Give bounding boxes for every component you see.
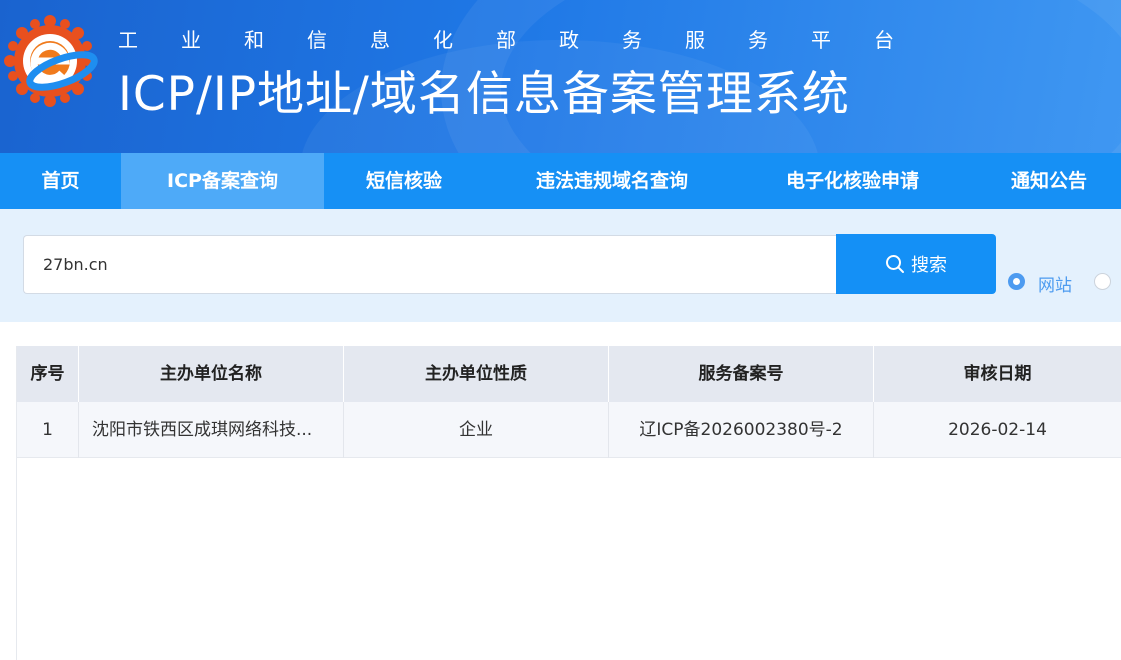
header-banner: 工业和信息化部政务服务平台 ICP/IP地址/域名信息备案管理系统 [0,0,1121,153]
miit-logo-icon [4,15,98,107]
nav-item-icp-query[interactable]: ICP备案查询 [121,153,324,209]
cell-organizer-type: 企业 [344,402,609,458]
results-table: 序号 主办单位名称 主办单位性质 服务备案号 审核日期 1 沈阳市铁西区成琪网络… [16,346,1121,660]
platform-subtitle: 工业和信息化部政务服务平台 [118,28,937,52]
page-title: ICP/IP地址/域名信息备案管理系统 [118,67,850,122]
search-button-label: 搜索 [911,255,947,276]
nav-item-sms-verify[interactable]: 短信核验 [324,153,484,209]
search-button[interactable]: 搜索 [836,234,996,294]
search-input[interactable] [23,235,837,294]
radio-website[interactable] [1008,273,1025,290]
nav-item-notices[interactable]: 通知公告 [965,153,1121,209]
table-row[interactable]: 1 沈阳市铁西区成琪网络科技... 企业 辽ICP备2026002380号-2 … [17,402,1121,458]
search-icon [886,255,904,273]
table-header: 序号 主办单位名称 主办单位性质 服务备案号 审核日期 [17,346,1121,402]
cell-organizer-name[interactable]: 沈阳市铁西区成琪网络科技... [79,402,344,458]
column-header-organizer-type: 主办单位性质 [344,346,609,402]
nav-item-home[interactable]: 首页 [0,153,121,209]
column-header-license-number: 服务备案号 [609,346,874,402]
main-nav: 首页 ICP备案查询 短信核验 违法违规域名查询 电子化核验申请 通知公告 [0,153,1121,209]
cell-license-number: 辽ICP备2026002380号-2 [609,402,874,458]
radio-website-label[interactable]: 网站 [1038,271,1072,296]
search-panel: 搜索 网站 [0,209,1121,322]
nav-item-illegal-domain-query[interactable]: 违法违规域名查询 [484,153,740,209]
column-header-organizer-name: 主办单位名称 [79,346,344,402]
nav-item-e-verify-apply[interactable]: 电子化核验申请 [740,153,965,209]
column-header-index: 序号 [17,346,79,402]
column-header-audit-date: 审核日期 [874,346,1121,402]
cell-audit-date: 2026-02-14 [874,402,1121,458]
cell-index: 1 [17,402,79,458]
radio-option-2[interactable] [1094,273,1111,290]
